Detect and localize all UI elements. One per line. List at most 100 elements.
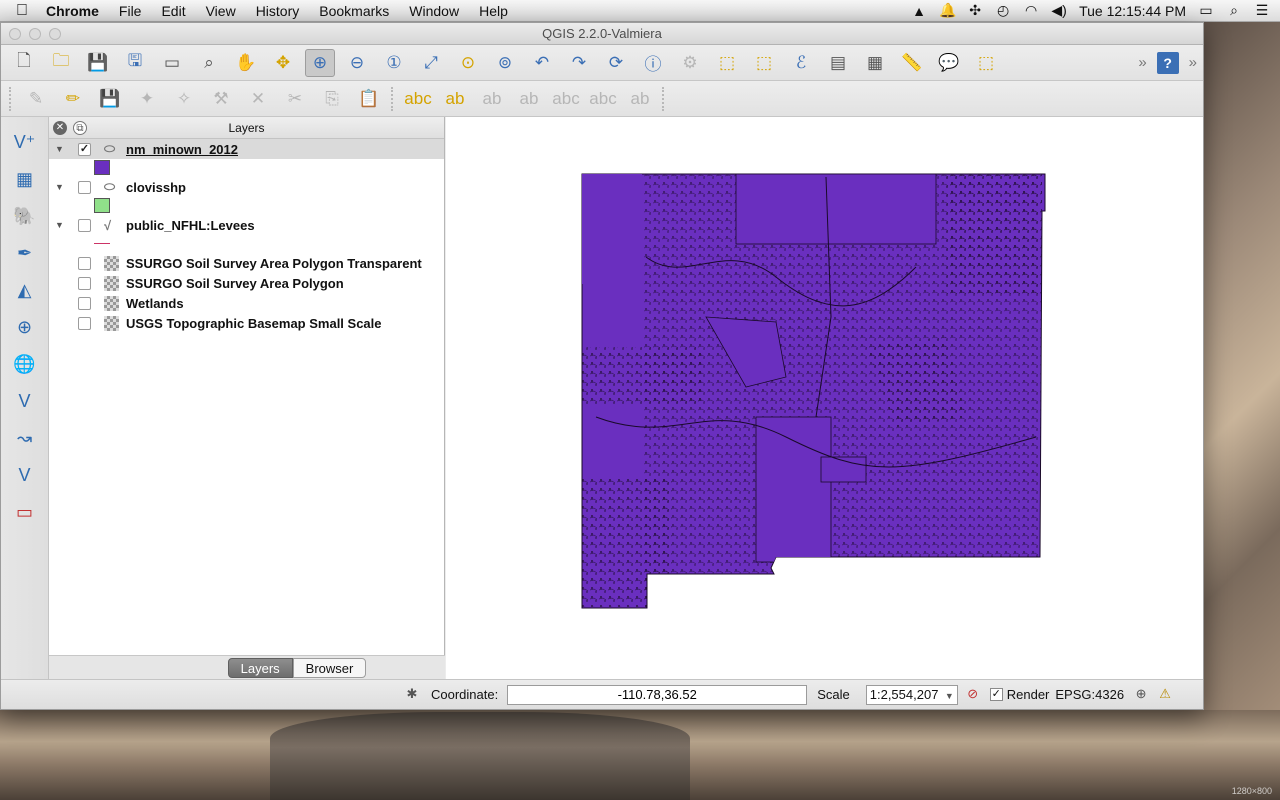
zoom-to-selection-icon[interactable]: ⊙ [453, 49, 483, 77]
remove-layer-icon[interactable]: ▭ [10, 497, 40, 527]
layer-row-wetlands[interactable]: Wetlands [49, 293, 444, 313]
save-project-icon[interactable]: 💾 [83, 49, 113, 77]
pan-to-selection-icon[interactable]: ✥ [268, 49, 298, 77]
zoom-window-button[interactable] [49, 28, 61, 40]
zoom-in-icon[interactable]: ⊕ [305, 48, 335, 77]
layer-visibility-checkbox[interactable] [78, 256, 91, 270]
add-delimited-text-icon[interactable]: ↝ [10, 423, 40, 453]
menu-edit[interactable]: Edit [151, 0, 195, 22]
wifi-icon[interactable]: ◠ [1023, 2, 1039, 19]
layer-visibility-checkbox[interactable] [78, 316, 91, 330]
zoom-next-icon[interactable]: ↷ [564, 49, 594, 77]
copy-features-icon[interactable]: ⎘ [317, 85, 347, 113]
help-icon[interactable]: ? [1156, 51, 1179, 74]
composer-manager-icon[interactable]: ⌕ [194, 49, 224, 77]
add-postgis-layer-icon[interactable]: 🐘 [10, 201, 40, 231]
new-shapefile-layer-icon[interactable]: V [10, 460, 40, 490]
layer-row-ssurgo[interactable]: SSURGO Soil Survey Area Polygon [49, 273, 444, 293]
layer-row-ssurgo-transparent[interactable]: SSURGO Soil Survey Area Polygon Transpar… [49, 253, 444, 273]
layer-visibility-checkbox[interactable] [78, 180, 91, 194]
menu-bookmarks[interactable]: Bookmarks [309, 0, 399, 22]
toolbar-grip[interactable] [9, 86, 15, 111]
drive-icon[interactable]: ▲ [911, 3, 927, 19]
notification-bell-icon[interactable]: 🔔 [939, 2, 956, 19]
toolbar-overflow-right-icon[interactable]: » [1189, 54, 1197, 71]
tab-browser[interactable]: Browser [292, 657, 367, 678]
layer-row-usgs-basemap[interactable]: USGS Topographic Basemap Small Scale [49, 313, 444, 333]
field-calculator-icon[interactable]: ▦ [860, 49, 890, 77]
add-wcs-layer-icon[interactable]: V [10, 386, 40, 416]
add-spatialite-layer-icon[interactable]: ✒ [10, 238, 40, 268]
delete-selected-icon[interactable]: ✕ [243, 85, 273, 113]
current-edits-icon[interactable]: ✎ [21, 85, 51, 113]
toolbar-overflow-icon[interactable]: » [1138, 54, 1146, 71]
new-print-composer-icon[interactable]: ▭ [157, 49, 187, 77]
layer-labeling-icon[interactable]: abc [403, 85, 433, 113]
minimize-window-button[interactable] [29, 28, 41, 40]
add-raster-layer-icon[interactable]: ▦ [10, 164, 40, 194]
save-edits-icon[interactable]: 💾 [95, 85, 125, 113]
expand-arrow-icon[interactable]: ▼ [55, 182, 64, 192]
battery-icon[interactable]: ▭ [1198, 2, 1214, 19]
expand-arrow-icon[interactable]: ▼ [55, 144, 64, 154]
save-as-icon[interactable]: 🖫 [120, 49, 150, 77]
zoom-native-resolution-icon[interactable]: ① [379, 49, 409, 77]
map-canvas[interactable] [446, 117, 1203, 679]
spotlight-search-icon[interactable]: ⌕ [1226, 2, 1242, 19]
float-panel-icon[interactable]: ⧉ [73, 121, 87, 135]
measure-line-icon[interactable]: 📏 [897, 49, 927, 77]
notification-center-icon[interactable]: ☰ [1254, 2, 1270, 19]
tab-layers[interactable]: Layers [227, 657, 293, 678]
layer-visibility-checkbox[interactable] [78, 218, 91, 232]
new-bookmark-icon[interactable]: ⬚ [971, 49, 1001, 77]
volume-icon[interactable]: ◀) [1051, 2, 1067, 19]
layer-visibility-checkbox[interactable] [78, 296, 91, 310]
move-label-icon[interactable]: abc [551, 85, 581, 113]
coordinate-field[interactable] [507, 684, 808, 705]
bluetooth-icon[interactable]: ✣ [967, 2, 983, 19]
change-label-icon[interactable]: ab [625, 85, 655, 113]
zoom-full-icon[interactable]: ⤢ [416, 49, 446, 77]
crs-globe-icon[interactable]: ⊕ [1132, 686, 1150, 704]
layer-row-clovisshp[interactable]: ▼ ⬭ clovisshp [49, 177, 444, 197]
apple-icon[interactable]:  [0, 2, 44, 20]
menu-app-name[interactable]: Chrome [44, 0, 109, 22]
node-tool-icon[interactable]: ⚒ [206, 85, 236, 113]
stop-rendering-icon[interactable]: ⊘ [964, 686, 982, 704]
menu-help[interactable]: Help [469, 0, 518, 22]
close-panel-icon[interactable]: ✕ [53, 121, 67, 135]
menu-history[interactable]: History [246, 0, 310, 22]
identify-features-icon[interactable]: ⓘ [638, 49, 668, 77]
attribute-table-icon[interactable]: ▤ [823, 49, 853, 77]
add-feature-icon[interactable]: ✦ [132, 85, 162, 113]
toggle-editing-icon[interactable]: ✏ [58, 85, 88, 113]
layer-visibility-checkbox[interactable]: ✓ [78, 142, 91, 156]
render-checkbox[interactable]: ✓ [989, 688, 1003, 701]
menubar-clock[interactable]: Tue 12:15:44 PM [1079, 3, 1186, 19]
move-feature-icon[interactable]: ✧ [169, 85, 199, 113]
layer-visibility-checkbox[interactable] [78, 276, 91, 290]
scale-combobox[interactable]: 1:2,554,207 ▼ [865, 684, 958, 705]
select-features-icon[interactable]: ⬚ [712, 49, 742, 77]
label-pin-icon[interactable]: ab [440, 85, 470, 113]
zoom-out-icon[interactable]: ⊖ [342, 49, 372, 77]
map-tips-icon[interactable]: ⚙ [675, 49, 705, 77]
time-machine-icon[interactable]: ◴ [995, 2, 1011, 19]
menu-window[interactable]: Window [399, 0, 469, 22]
add-vector-layer-icon[interactable]: V⁺ [10, 127, 40, 157]
map-tips-balloon-icon[interactable]: 💬 [934, 49, 964, 77]
layer-row-nm-minown[interactable]: ▼ ✓ ⬭ nm_minown_2012 [49, 139, 444, 159]
messages-warning-icon[interactable]: ⚠ [1156, 686, 1174, 704]
toolbar-grip-3[interactable] [662, 86, 668, 111]
toolbar-grip-2[interactable] [391, 86, 397, 111]
paste-features-icon[interactable]: 📋 [354, 85, 384, 113]
add-mssql-layer-icon[interactable]: ◭ [10, 275, 40, 305]
open-project-icon[interactable]: 🗀 [46, 49, 76, 77]
pan-map-icon[interactable]: ✋ [231, 49, 261, 77]
crs-status[interactable]: EPSG:4326 [1055, 687, 1124, 702]
cut-features-icon[interactable]: ✂ [280, 85, 310, 113]
add-oracle-layer-icon[interactable]: ⊕ [10, 312, 40, 342]
rotate-label-icon[interactable]: abc [588, 85, 618, 113]
expand-arrow-icon[interactable]: ▼ [55, 220, 64, 230]
show-hide-labels-icon[interactable]: ab [514, 85, 544, 113]
